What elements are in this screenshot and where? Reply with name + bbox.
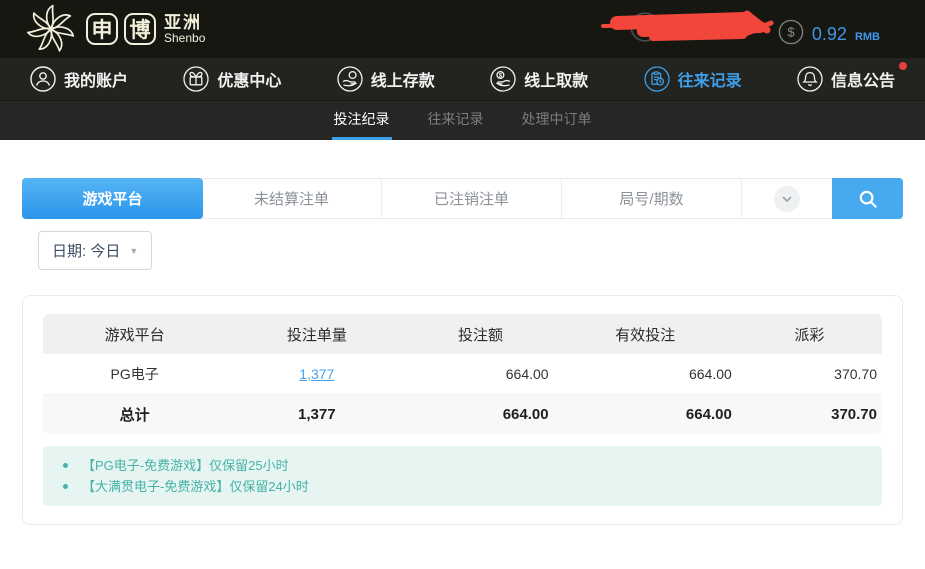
filter-tab-game-platform[interactable]: 游戏平台 [22,178,203,219]
cell-platform: PG电子 [43,354,226,394]
logo-char-box: 申 [86,13,118,45]
filter-dropdown[interactable] [742,179,832,218]
table-row: PG电子 1,377 664.00 664.00 370.70 [43,354,882,394]
tab-bet-records[interactable]: 投注纪录 [332,101,392,140]
nav-label: 优惠中心 [217,67,281,91]
col-bet-amount: 投注额 [407,314,553,354]
search-icon [857,188,879,210]
cell-total-payout: 370.70 [737,394,882,434]
cell-total-bet: 664.00 [407,394,553,434]
nav-label: 线上取款 [524,67,588,91]
user-icon [30,66,56,92]
brand-logo[interactable]: 申 博 亚洲 Shenbo [22,1,205,57]
filter-tab-unsettled[interactable]: 未结算注单 [202,179,382,218]
nav-item-my-account[interactable]: 我的账户 [30,66,128,92]
retention-notes: 【PG电子-免费游戏】仅保留25小时 【大满贯电子-免费游戏】仅保留24小时 [43,446,882,506]
redaction-scribble [595,6,783,50]
cell-bet-amount: 664.00 [407,354,553,394]
account-balance[interactable]: $ 0.92 RMB [778,14,880,45]
bullet-dot-icon [63,484,68,489]
tab-transaction-records[interactable]: 往来记录 [426,101,486,140]
chevron-down-icon [781,193,793,205]
total-row: 总计 1,377 664.00 664.00 370.70 [43,394,882,434]
logo-region-text: 亚洲 [164,14,205,32]
date-filter-row: 日期: 今日 ▼ [38,231,903,270]
svg-text:$: $ [787,24,795,39]
nav-label: 线上存款 [371,67,435,91]
date-filter-label: 日期: 今日 [52,240,120,261]
dollar-circle-icon: $ [778,19,804,45]
caret-down-icon: ▼ [129,246,138,256]
gift-icon [183,66,209,92]
nav-label: 我的账户 [64,67,128,91]
filter-tab-round-number[interactable]: 局号/期数 [562,179,742,218]
summary-table: 游戏平台 投注单量 投注额 有效投注 派彩 PG电子 1,377 664.00 … [43,314,882,434]
top-header: 申 博 亚洲 Shenbo $ 0.92 RMB [0,0,925,58]
withdraw-hand-coin-icon: $ [490,66,516,92]
cell-bet-count: 1,377 [226,354,407,394]
cell-total-count: 1,377 [226,394,407,434]
nav-item-announcements[interactable]: 信息公告 [797,66,895,92]
cell-total-label: 总计 [43,394,226,434]
nav-item-withdraw[interactable]: $ 线上取款 [490,66,588,92]
col-bet-count: 投注单量 [226,314,407,354]
date-filter-button[interactable]: 日期: 今日 ▼ [38,231,152,270]
note-item: 【PG电子-免费游戏】仅保留25小时 [63,455,866,476]
col-valid-bet: 有效投注 [554,314,737,354]
notification-badge [899,62,907,70]
deposit-hand-coin-icon [337,66,363,92]
tab-pending-orders[interactable]: 处理中订单 [520,101,594,140]
bell-icon [797,66,823,92]
note-item: 【大满贯电子-免费游戏】仅保留24小时 [63,476,866,497]
note-text: 【大满贯电子-免费游戏】仅保留24小时 [82,476,309,497]
nav-item-promotions[interactable]: 优惠中心 [183,66,281,92]
records-clipboard-icon [644,66,670,92]
col-game-platform: 游戏平台 [43,314,226,354]
bullet-dot-icon [63,463,68,468]
cell-payout: 370.70 [737,354,882,394]
cell-valid-bet: 664.00 [554,354,737,394]
note-text: 【PG电子-免费游戏】仅保留25小时 [82,455,289,476]
nav-label: 往来记录 [678,67,742,91]
nav-label: 信息公告 [831,67,895,91]
nav-item-transaction-records[interactable]: 往来记录 [644,66,742,92]
filter-tab-cancelled[interactable]: 已注销注单 [382,179,562,218]
cell-total-valid: 664.00 [554,394,737,434]
filter-tabs: 游戏平台 未结算注单 已注销注单 局号/期数 [22,178,903,219]
main-nav: 我的账户 优惠中心 线上存款 $ 线上取款 [0,58,925,100]
balance-currency: RMB [855,31,880,43]
flower-logo-icon [22,1,80,57]
nav-item-deposit[interactable]: 线上存款 [337,66,435,92]
results-card: 游戏平台 投注单量 投注额 有效投注 派彩 PG电子 1,377 664.00 … [22,295,903,525]
logo-brand-text: Shenbo [164,32,205,45]
col-payout: 派彩 [737,314,882,354]
table-header-row: 游戏平台 投注单量 投注额 有效投注 派彩 [43,314,882,354]
bet-count-link[interactable]: 1,377 [299,366,334,382]
record-subtabs: 投注纪录 往来记录 处理中订单 [0,100,925,140]
balance-amount: 0.92 [812,24,847,45]
logo-char-box: 博 [124,13,156,45]
search-button[interactable] [832,178,903,219]
